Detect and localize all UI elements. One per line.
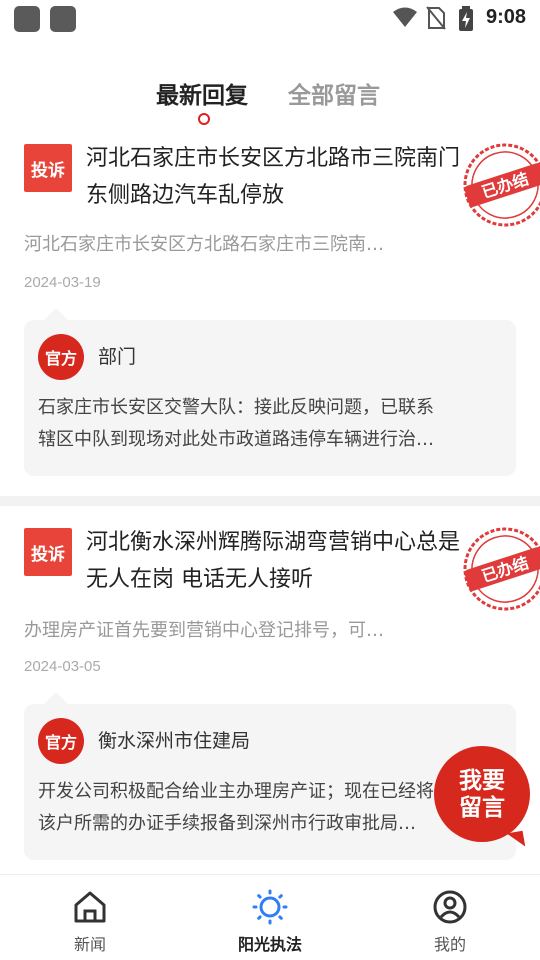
home-icon	[74, 891, 106, 923]
message-summary: 办理房产证首先要到营销中心登记排号，可…	[24, 620, 384, 641]
official-reply[interactable]: 官方 部门 石家庄市长安区交警大队：接此反映问题，已联系 辖区中队到现场对此处市…	[24, 308, 516, 476]
message-card[interactable]: 投诉 河北石家庄市长安区方北路市三院南门 东侧路边汽车乱停放 已办结 河北石家庄…	[0, 140, 540, 496]
card-divider	[0, 496, 540, 506]
nav-item-sunshine-law[interactable]: 阳光执法	[210, 885, 330, 955]
message-title: 河北衡水深州辉腾际湖弯营销中心总是 无人在岗 电话无人接听	[86, 524, 506, 598]
tab-latest-replies[interactable]: 最新回复	[156, 76, 248, 110]
notification-icon	[14, 6, 40, 32]
message-title-line: 河北石家庄市长安区方北路市三院南门	[86, 146, 461, 171]
message-title-line: 东侧路边汽车乱停放	[86, 183, 285, 208]
sun-icon	[252, 889, 288, 925]
nav-item-mine[interactable]: 我的	[390, 885, 510, 955]
no-sim-icon	[426, 6, 446, 30]
message-title-line: 无人在岗 电话无人接听	[86, 567, 313, 592]
status-bar: 9:08	[0, 0, 540, 38]
leave-message-button[interactable]: 我要 留言	[434, 746, 530, 842]
complaint-badge: 投诉	[24, 528, 72, 576]
message-title: 河北石家庄市长安区方北路市三院南门 东侧路边汽车乱停放	[86, 140, 506, 214]
official-avatar: 官方	[38, 718, 84, 764]
resolved-stamp: 已办结	[463, 527, 540, 611]
nav-item-news[interactable]: 新闻	[30, 885, 150, 955]
reply-line: 石家庄市长安区交警大队：接此反映问题，已联系	[38, 397, 434, 418]
nav-label: 我的	[433, 935, 466, 954]
active-tab-indicator	[198, 113, 210, 125]
battery-charging-icon	[459, 6, 473, 31]
wifi-icon	[393, 7, 417, 27]
reply-line: 该户所需的办证手续报备到深州市行政审批局…	[38, 813, 416, 834]
message-title-line: 河北衡水深州辉腾际湖弯营销中心总是	[86, 530, 461, 555]
user-icon	[433, 890, 467, 924]
message-summary: 河北石家庄市长安区方北路石家庄市三院南…	[24, 234, 384, 255]
reply-line: 辖区中队到现场对此处市政道路违停车辆进行治…	[38, 429, 434, 450]
complaint-badge: 投诉	[24, 144, 72, 192]
fab-label-line: 我要	[459, 767, 505, 794]
resolved-stamp: 已办结	[463, 143, 540, 227]
tab-bar: 最新回复 全部留言	[0, 72, 540, 128]
department-name: 部门	[98, 346, 137, 368]
reply-text: 石家庄市长安区交警大队：接此反映问题，已联系 辖区中队到现场对此处市政道路违停车…	[38, 392, 504, 456]
status-time: 9:08	[485, 6, 526, 28]
nav-label: 阳光执法	[237, 935, 302, 954]
nav-label: 新闻	[73, 935, 106, 954]
message-date: 2024-03-19	[24, 274, 101, 291]
bottom-nav: 新闻 阳光执法 我的	[0, 874, 540, 960]
tab-all-messages[interactable]: 全部留言	[288, 76, 380, 110]
message-date: 2024-03-05	[24, 658, 101, 675]
notification-icon	[50, 6, 76, 32]
fab-label-line: 留言	[459, 794, 505, 821]
official-avatar: 官方	[38, 334, 84, 380]
department-name: 衡水深州市住建局	[98, 730, 251, 752]
